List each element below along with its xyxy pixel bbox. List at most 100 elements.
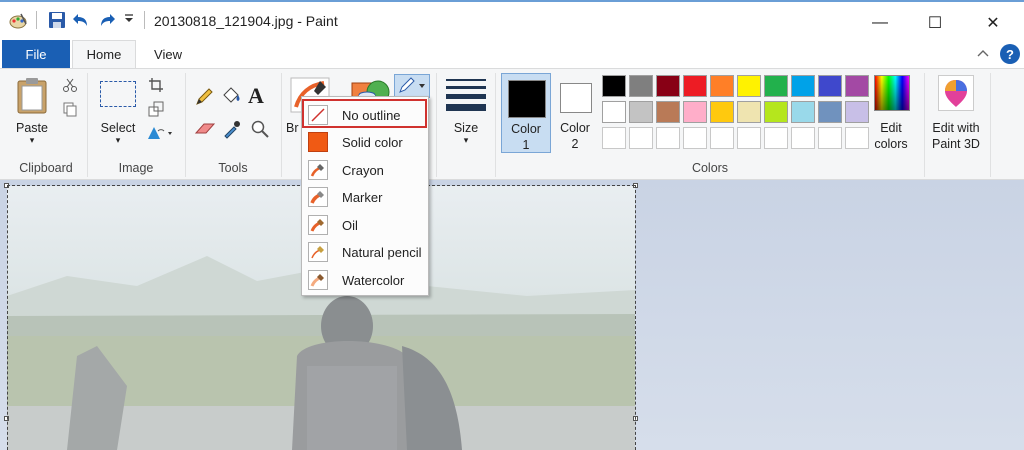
color-swatch[interactable] (710, 101, 734, 123)
color2-label: Color (560, 121, 590, 135)
color-swatch[interactable] (818, 101, 842, 123)
rotate-icon[interactable] (146, 125, 174, 144)
color1-label: Color (511, 122, 541, 136)
custom-color-slot[interactable] (656, 127, 680, 149)
color-swatch[interactable] (737, 101, 761, 123)
menu-item-natural-pencil[interactable]: Natural pencil (305, 240, 425, 264)
outline-dropdown-button[interactable] (394, 74, 430, 98)
color2-swatch (560, 83, 592, 113)
redo-icon[interactable] (98, 11, 116, 29)
eraser-icon[interactable] (194, 121, 216, 140)
crop-icon[interactable] (148, 77, 164, 96)
edit-with-paint3d-label-2[interactable]: Paint 3D (928, 137, 984, 151)
color-swatch[interactable] (818, 75, 842, 97)
paint3d-icon[interactable] (938, 75, 974, 111)
maximize-button[interactable]: ☐ (912, 10, 958, 36)
window-title: 20130818_121904.jpg - Paint (154, 13, 338, 29)
custom-color-slot[interactable] (710, 127, 734, 149)
selection-border (635, 185, 636, 450)
custom-color-slot[interactable] (737, 127, 761, 149)
paste-button[interactable]: Paste (12, 121, 52, 135)
tab-home[interactable]: Home (72, 40, 136, 68)
menu-item-oil[interactable]: Oil (305, 213, 425, 237)
minimize-button[interactable]: — (857, 10, 903, 36)
customize-toolbar-icon[interactable] (123, 11, 135, 25)
selection-border (7, 185, 8, 450)
color-swatch[interactable] (629, 101, 653, 123)
custom-color-slot[interactable] (845, 127, 869, 149)
natural-pencil-icon (308, 242, 328, 262)
close-button[interactable]: ✕ (970, 10, 1016, 36)
magnifier-icon[interactable] (250, 119, 270, 142)
color-swatch[interactable] (602, 75, 626, 97)
paint-app-icon[interactable] (8, 11, 28, 31)
color-swatch[interactable] (656, 75, 680, 97)
select-dropdown-arrow-icon[interactable]: ▾ (96, 135, 140, 146)
color-swatch[interactable] (683, 101, 707, 123)
separator-icon (36, 11, 37, 29)
custom-color-slot[interactable] (602, 127, 626, 149)
tab-view[interactable]: View (140, 40, 196, 68)
size-button[interactable]: Size (444, 121, 488, 135)
fill-bucket-icon[interactable] (220, 85, 242, 110)
select-icon[interactable] (100, 81, 136, 107)
color-swatch[interactable] (683, 75, 707, 97)
watercolor-icon (308, 270, 328, 290)
marker-icon (308, 187, 328, 207)
group-separator (990, 73, 991, 177)
color-swatch[interactable] (710, 75, 734, 97)
pencil-icon[interactable] (194, 87, 214, 110)
custom-color-slot[interactable] (629, 127, 653, 149)
color2-number: 2 (571, 137, 579, 151)
paste-dropdown-arrow-icon[interactable]: ▾ (12, 135, 52, 146)
collapse-ribbon-icon[interactable] (976, 46, 990, 63)
tab-file[interactable]: File (2, 40, 70, 68)
custom-color-slot[interactable] (818, 127, 842, 149)
color-swatch[interactable] (845, 101, 869, 123)
edit-colors-label-2[interactable]: colors (868, 137, 914, 151)
tools-group-label: Tools (218, 161, 248, 175)
copy-icon[interactable] (62, 101, 78, 120)
title-bar: 20130818_121904.jpg - Paint — ☐ ✕ (0, 0, 1024, 40)
color-swatch[interactable] (629, 75, 653, 97)
group-separator (924, 73, 925, 177)
color-swatch[interactable] (656, 101, 680, 123)
menu-item-crayon[interactable]: Crayon (305, 158, 425, 182)
resize-icon[interactable] (148, 101, 164, 120)
edit-with-paint3d-label[interactable]: Edit with (928, 121, 984, 135)
color-swatch[interactable] (764, 101, 788, 123)
menu-item-watercolor[interactable]: Watercolor (305, 268, 425, 292)
color-swatch[interactable] (845, 75, 869, 97)
edit-colors-label[interactable]: Edit (868, 121, 914, 135)
menu-item-label: Oil (342, 217, 358, 233)
crayon-icon (308, 160, 328, 180)
size-dropdown-arrow-icon[interactable]: ▾ (444, 135, 488, 146)
menu-item-marker[interactable]: Marker (305, 185, 425, 209)
paste-icon[interactable] (16, 77, 48, 118)
color-swatch[interactable] (791, 75, 815, 97)
color-swatch[interactable] (764, 75, 788, 97)
separator-icon (144, 11, 145, 29)
color-swatch[interactable] (791, 101, 815, 123)
menu-item-solid-color[interactable]: Solid color (305, 130, 425, 154)
custom-color-slot[interactable] (791, 127, 815, 149)
text-tool-icon[interactable]: A (248, 83, 264, 109)
color-picker-icon[interactable] (222, 119, 242, 142)
ribbon: Paste ▾ Clipboard Select ▾ Image A Tools (0, 68, 1024, 180)
color1-button[interactable]: Color 1 (501, 73, 551, 153)
ribbon-tab-bar: File Home View ? (0, 40, 1024, 68)
edit-colors-icon[interactable] (874, 75, 910, 111)
color2-button[interactable]: Color 2 (556, 73, 596, 153)
color-swatch[interactable] (602, 101, 626, 123)
menu-item-label: Watercolor (342, 272, 405, 288)
save-icon[interactable] (48, 11, 66, 29)
menu-item-label: Crayon (342, 162, 384, 178)
custom-color-slot[interactable] (683, 127, 707, 149)
select-button[interactable]: Select (96, 121, 140, 135)
cut-icon[interactable] (62, 77, 78, 96)
help-icon[interactable]: ? (1000, 44, 1020, 64)
size-icon[interactable] (446, 79, 486, 111)
color-swatch[interactable] (737, 75, 761, 97)
custom-color-slot[interactable] (764, 127, 788, 149)
undo-icon[interactable] (72, 11, 90, 29)
